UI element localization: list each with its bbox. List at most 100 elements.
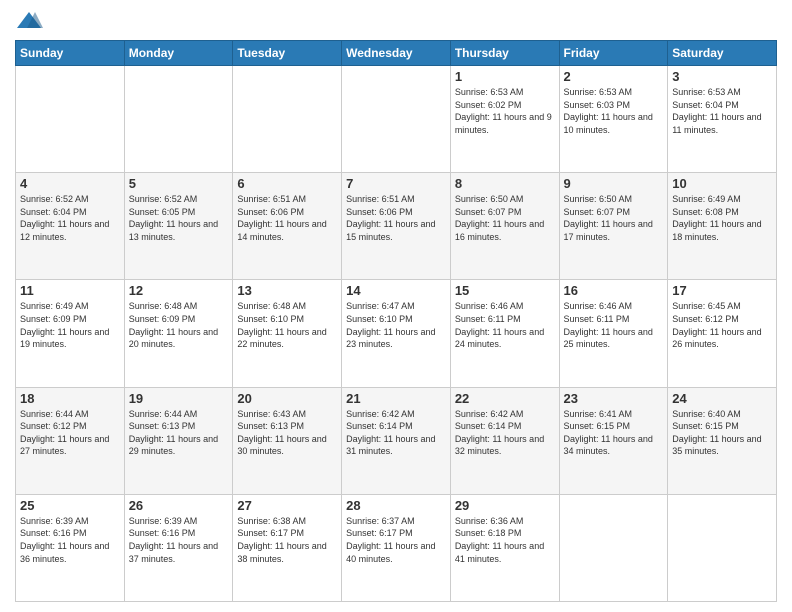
calendar-day-header: Wednesday — [342, 41, 451, 66]
calendar-cell — [342, 66, 451, 173]
calendar-cell: 15Sunrise: 6:46 AM Sunset: 6:11 PM Dayli… — [450, 280, 559, 387]
calendar-cell — [668, 494, 777, 601]
day-number: 1 — [455, 69, 555, 84]
day-info: Sunrise: 6:44 AM Sunset: 6:13 PM Dayligh… — [129, 408, 229, 458]
day-info: Sunrise: 6:46 AM Sunset: 6:11 PM Dayligh… — [564, 300, 664, 350]
day-number: 14 — [346, 283, 446, 298]
calendar-cell: 23 Sunrise: 6:41 AM Sunset: 6:15 PM Dayli… — [559, 387, 668, 494]
calendar-cell: 27 Sunrise: 6:38 AM Sunset: 6:17 PM Dayli… — [233, 494, 342, 601]
day-number: 9 — [564, 176, 664, 191]
day-number: 10 — [672, 176, 772, 191]
day-info: Sunrise: 6:49 AM Sunset: 6:09 PM Dayligh… — [20, 300, 120, 350]
calendar-cell: 13 Sunrise: 6:48 AM Sunset: 6:10 PM Dayli… — [233, 280, 342, 387]
calendar-week-row: 4 Sunrise: 6:52 AM Sunset: 6:04 PM Daylig… — [16, 173, 777, 280]
day-info: Sunrise: 6:53 AM Sunset: 6:03 PM Dayligh… — [564, 86, 664, 136]
calendar-cell: 5 Sunrise: 6:52 AM Sunset: 6:05 PM Daylig… — [124, 173, 233, 280]
day-info: Sunrise: 6:43 AM Sunset: 6:13 PM Dayligh… — [237, 408, 337, 458]
day-info: Sunrise: 6:39 AM Sunset: 6:16 PM Dayligh… — [129, 515, 229, 565]
day-info: Sunrise: 6:45 AM Sunset: 6:12 PM Dayligh… — [672, 300, 772, 350]
calendar-cell: 22 Sunrise: 6:42 AM Sunset: 6:14 PM Dayli… — [450, 387, 559, 494]
calendar-week-row: 11 Sunrise: 6:49 AM Sunset: 6:09 PM Dayli… — [16, 280, 777, 387]
calendar-cell: 11 Sunrise: 6:49 AM Sunset: 6:09 PM Dayli… — [16, 280, 125, 387]
calendar-week-row: 1 Sunrise: 6:53 AM Sunset: 6:02 PM Daylig… — [16, 66, 777, 173]
calendar-cell: 19 Sunrise: 6:44 AM Sunset: 6:13 PM Dayli… — [124, 387, 233, 494]
calendar-cell: 8Sunrise: 6:50 AM Sunset: 6:07 PM Daylig… — [450, 173, 559, 280]
day-number: 26 — [129, 498, 229, 513]
day-number: 29 — [455, 498, 555, 513]
calendar-table: SundayMondayTuesdayWednesdayThursdayFrid… — [15, 40, 777, 602]
calendar-cell — [559, 494, 668, 601]
day-info: Sunrise: 6:39 AM Sunset: 6:16 PM Dayligh… — [20, 515, 120, 565]
day-info: Sunrise: 6:36 AM Sunset: 6:18 PM Dayligh… — [455, 515, 555, 565]
day-info: Sunrise: 6:50 AM Sunset: 6:07 PM Dayligh… — [564, 193, 664, 243]
day-info: Sunrise: 6:41 AM Sunset: 6:15 PM Dayligh… — [564, 408, 664, 458]
calendar-day-header: Sunday — [16, 41, 125, 66]
header — [15, 10, 777, 32]
day-info: Sunrise: 6:52 AM Sunset: 6:05 PM Dayligh… — [129, 193, 229, 243]
day-number: 25 — [20, 498, 120, 513]
calendar-day-header: Thursday — [450, 41, 559, 66]
day-number: 13 — [237, 283, 337, 298]
day-info: Sunrise: 6:52 AM Sunset: 6:04 PM Dayligh… — [20, 193, 120, 243]
day-number: 7 — [346, 176, 446, 191]
calendar-cell: 20 Sunrise: 6:43 AM Sunset: 6:13 PM Dayli… — [233, 387, 342, 494]
day-info: Sunrise: 6:40 AM Sunset: 6:15 PM Dayligh… — [672, 408, 772, 458]
page: SundayMondayTuesdayWednesdayThursdayFrid… — [0, 0, 792, 612]
day-info: Sunrise: 6:51 AM Sunset: 6:06 PM Dayligh… — [346, 193, 446, 243]
calendar-cell: 2 Sunrise: 6:53 AM Sunset: 6:03 PM Daylig… — [559, 66, 668, 173]
calendar-day-header: Saturday — [668, 41, 777, 66]
calendar-cell: 14 Sunrise: 6:47 AM Sunset: 6:10 PM Dayli… — [342, 280, 451, 387]
day-info: Sunrise: 6:42 AM Sunset: 6:14 PM Dayligh… — [455, 408, 555, 458]
day-number: 20 — [237, 391, 337, 406]
day-info: Sunrise: 6:44 AM Sunset: 6:12 PM Dayligh… — [20, 408, 120, 458]
day-number: 8 — [455, 176, 555, 191]
day-number: 19 — [129, 391, 229, 406]
day-number: 24 — [672, 391, 772, 406]
day-number: 16 — [564, 283, 664, 298]
calendar-cell: 21Sunrise: 6:42 AM Sunset: 6:14 PM Dayli… — [342, 387, 451, 494]
calendar-cell: 7 Sunrise: 6:51 AM Sunset: 6:06 PM Daylig… — [342, 173, 451, 280]
day-info: Sunrise: 6:48 AM Sunset: 6:10 PM Dayligh… — [237, 300, 337, 350]
day-number: 4 — [20, 176, 120, 191]
day-number: 2 — [564, 69, 664, 84]
day-info: Sunrise: 6:48 AM Sunset: 6:09 PM Dayligh… — [129, 300, 229, 350]
day-number: 22 — [455, 391, 555, 406]
day-number: 17 — [672, 283, 772, 298]
calendar-cell: 28Sunrise: 6:37 AM Sunset: 6:17 PM Dayli… — [342, 494, 451, 601]
calendar-day-header: Friday — [559, 41, 668, 66]
day-number: 5 — [129, 176, 229, 191]
day-number: 23 — [564, 391, 664, 406]
calendar-cell: 17 Sunrise: 6:45 AM Sunset: 6:12 PM Dayli… — [668, 280, 777, 387]
calendar-day-header: Monday — [124, 41, 233, 66]
calendar-cell: 24 Sunrise: 6:40 AM Sunset: 6:15 PM Dayli… — [668, 387, 777, 494]
day-number: 27 — [237, 498, 337, 513]
day-number: 3 — [672, 69, 772, 84]
calendar-cell: 1 Sunrise: 6:53 AM Sunset: 6:02 PM Daylig… — [450, 66, 559, 173]
calendar-cell: 10 Sunrise: 6:49 AM Sunset: 6:08 PM Dayli… — [668, 173, 777, 280]
calendar-cell: 3 Sunrise: 6:53 AM Sunset: 6:04 PM Daylig… — [668, 66, 777, 173]
logo-icon — [15, 10, 43, 32]
day-number: 18 — [20, 391, 120, 406]
day-info: Sunrise: 6:53 AM Sunset: 6:04 PM Dayligh… — [672, 86, 772, 136]
day-info: Sunrise: 6:47 AM Sunset: 6:10 PM Dayligh… — [346, 300, 446, 350]
calendar-cell — [124, 66, 233, 173]
calendar-week-row: 25 Sunrise: 6:39 AM Sunset: 6:16 PM Dayli… — [16, 494, 777, 601]
day-info: Sunrise: 6:49 AM Sunset: 6:08 PM Dayligh… — [672, 193, 772, 243]
calendar-header-row: SundayMondayTuesdayWednesdayThursdayFrid… — [16, 41, 777, 66]
calendar-cell — [233, 66, 342, 173]
day-number: 11 — [20, 283, 120, 298]
calendar-cell: 6Sunrise: 6:51 AM Sunset: 6:06 PM Daylig… — [233, 173, 342, 280]
calendar-cell: 29 Sunrise: 6:36 AM Sunset: 6:18 PM Dayli… — [450, 494, 559, 601]
calendar-cell: 26 Sunrise: 6:39 AM Sunset: 6:16 PM Dayli… — [124, 494, 233, 601]
calendar-cell — [16, 66, 125, 173]
day-number: 12 — [129, 283, 229, 298]
day-number: 28 — [346, 498, 446, 513]
calendar-cell: 18 Sunrise: 6:44 AM Sunset: 6:12 PM Dayli… — [16, 387, 125, 494]
calendar-cell: 4 Sunrise: 6:52 AM Sunset: 6:04 PM Daylig… — [16, 173, 125, 280]
day-info: Sunrise: 6:53 AM Sunset: 6:02 PM Dayligh… — [455, 86, 555, 136]
calendar-cell: 9 Sunrise: 6:50 AM Sunset: 6:07 PM Daylig… — [559, 173, 668, 280]
day-info: Sunrise: 6:38 AM Sunset: 6:17 PM Dayligh… — [237, 515, 337, 565]
day-number: 15 — [455, 283, 555, 298]
calendar-week-row: 18 Sunrise: 6:44 AM Sunset: 6:12 PM Dayli… — [16, 387, 777, 494]
calendar-cell: 16 Sunrise: 6:46 AM Sunset: 6:11 PM Dayli… — [559, 280, 668, 387]
